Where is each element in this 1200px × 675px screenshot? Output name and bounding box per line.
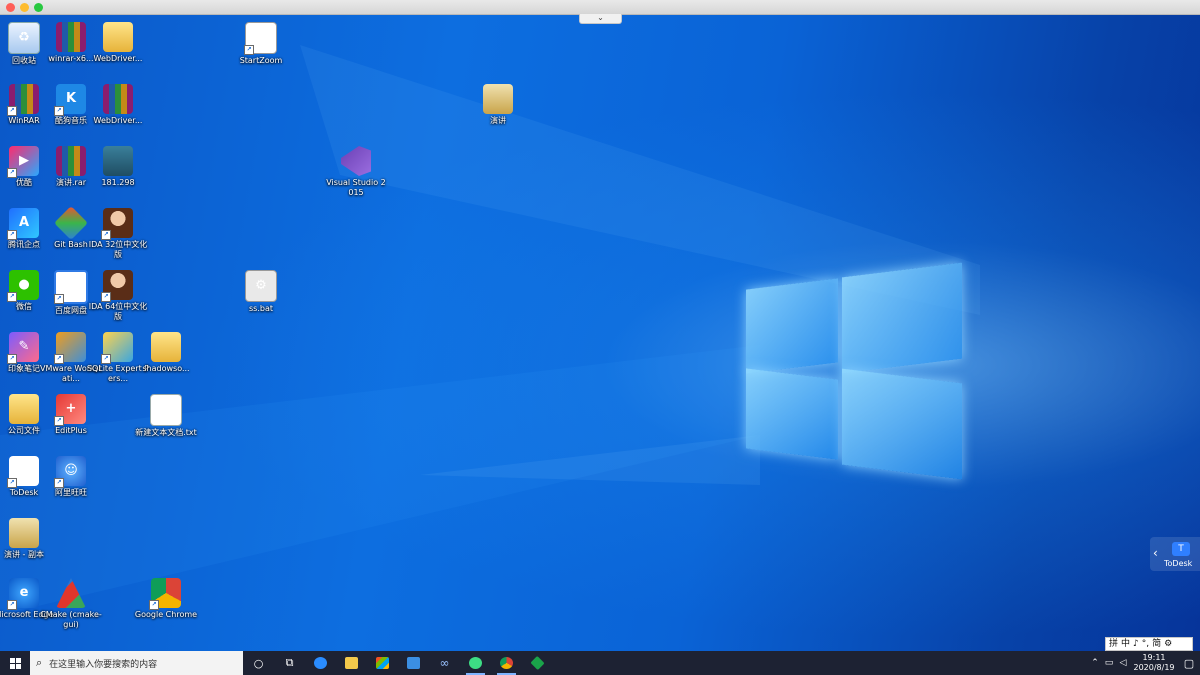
- desktop-icon-chrome[interactable]: ↗ Google Chrome: [134, 575, 198, 635]
- desktop-icon-editplus[interactable]: + ↗ EditPlus: [39, 391, 103, 451]
- folder-icon: [103, 22, 133, 52]
- todesk-side-panel-tab[interactable]: ‹ T ToDesk: [1150, 537, 1200, 571]
- mail-icon[interactable]: [398, 651, 429, 675]
- visual-studio-icon: [341, 146, 371, 176]
- window-close-button[interactable]: [6, 3, 15, 12]
- android-studio-icon[interactable]: [460, 651, 491, 675]
- edge-icon: e ↗: [7, 578, 39, 610]
- desktop-icon-ida-64[interactable]: ↗ IDA 64位中文化版: [86, 267, 150, 327]
- todesk-icon: T: [1172, 542, 1190, 556]
- recycle-bin-icon: ♻: [8, 22, 40, 54]
- ime-punctuation-button[interactable]: °,: [1142, 638, 1149, 650]
- desktop-icon-webdriver-folder[interactable]: WebDriver...: [86, 19, 150, 79]
- taskbar-clock[interactable]: 19:11 2020/8/19: [1130, 653, 1178, 673]
- chrome-icon: ↗: [149, 578, 181, 610]
- ime-language-bar[interactable]: 拼 中 ♪ °, 简 ⚙: [1105, 637, 1193, 651]
- vmware-icon: ↗: [54, 332, 86, 364]
- kugou-music-icon: K ↗: [54, 84, 86, 116]
- search-icon: ⌕: [36, 656, 43, 669]
- ime-pinyin-button[interactable]: 拼: [1109, 638, 1118, 650]
- folder-icon: [9, 394, 39, 424]
- ime-settings-button[interactable]: ⚙: [1164, 638, 1172, 650]
- ime-chinese-mode-button[interactable]: 中: [1121, 638, 1130, 650]
- tencent-qidian-icon: A ↗: [7, 208, 39, 240]
- window-minimize-button[interactable]: [20, 3, 29, 12]
- document-folder-icon: [9, 518, 39, 548]
- cortana-icon[interactable]: ○: [243, 651, 274, 675]
- ida-icon: ↗: [101, 270, 133, 302]
- clock-date: 2020/8/19: [1133, 663, 1175, 672]
- toolbar-toggle-chevron-icon[interactable]: ⌄: [579, 14, 622, 24]
- window-maximize-button[interactable]: [34, 3, 43, 12]
- git-bash-icon: [54, 206, 88, 240]
- todesk-icon: T ↗: [7, 456, 39, 488]
- wechat-icon: ● ↗: [7, 270, 39, 302]
- folder-icon: [151, 332, 181, 362]
- desktop-icon-visual-studio[interactable]: Visual Studio 2015: [324, 143, 388, 203]
- desktop-icon-webdriver-archive[interactable]: WebDriver...: [86, 81, 150, 141]
- show-hidden-icons-chevron-up-icon[interactable]: ⌃: [1088, 658, 1102, 668]
- evernote-icon: ✎ ↗: [7, 332, 39, 364]
- desktop-icon-startzoom[interactable]: ▭ ↗ StartZoom: [229, 19, 293, 79]
- windows-start-icon: [9, 657, 21, 669]
- action-center-notification-icon[interactable]: ▢: [1178, 657, 1200, 670]
- taskbar-search-box[interactable]: ⌕ 在这里输入你要搜索的内容: [30, 651, 243, 675]
- youku-icon: ▶ ↗: [7, 146, 39, 178]
- text-file-icon: ≡: [150, 394, 182, 426]
- system-tray: ⌃ ▭ ◁ 19:11 2020/8/19 ▢: [1088, 651, 1200, 675]
- desktop-icon-speech-copy[interactable]: 演讲 - 副本: [0, 515, 56, 575]
- document-folder-icon: [483, 84, 513, 114]
- winrar-archive-icon: [56, 146, 86, 176]
- search-placeholder: 在这里输入你要搜索的内容: [49, 659, 158, 670]
- desktop-icon-new-text-file[interactable]: ≡ 新建文本文档.txt: [134, 391, 198, 451]
- desktop-icon-aliwangwang[interactable]: ☺ ↗ 阿里旺旺: [39, 453, 103, 513]
- winrar-archive-icon: [103, 84, 133, 114]
- taskbar: ⌕ 在这里输入你要搜索的内容 ○ ⧉ ∞ ⌃ ▭ ◁ 19:11 2020/8/…: [0, 651, 1200, 675]
- batch-file-icon: ⚙: [245, 270, 277, 302]
- desktop-icon-cmake[interactable]: CMake (cmake-gui): [39, 575, 103, 635]
- store-icon[interactable]: [367, 651, 398, 675]
- start-button[interactable]: [0, 651, 30, 675]
- desktop[interactable]: ♻ 回收站 ↗ WinRAR ▶ ↗ 优酷 A ↗ 腾讯企点 ● ↗ 微信 ✎ ↗ 印象…: [0, 15, 1200, 651]
- zoom-shortcut-icon: ▭ ↗: [244, 22, 277, 55]
- ida-icon: ↗: [101, 208, 133, 240]
- ime-sound-button[interactable]: ♪: [1133, 638, 1139, 650]
- baidu-netdisk-icon: ∞ ↗: [54, 270, 88, 304]
- aliwangwang-icon: ☺ ↗: [54, 456, 86, 488]
- desktop-icon-181-298[interactable]: 181.298: [86, 143, 150, 203]
- desktop-icon-ss-bat[interactable]: ⚙ ss.bat: [229, 267, 293, 327]
- taskbar-edge-icon[interactable]: [305, 651, 336, 675]
- desktop-icon-ida-32[interactable]: ↗ IDA 32位中文化版: [86, 205, 150, 265]
- chevron-left-icon: ‹: [1153, 546, 1158, 560]
- volume-muted-icon[interactable]: ◁: [1116, 658, 1130, 668]
- windows-logo-wallpaper: [744, 248, 966, 480]
- winrar-archive-icon: [56, 22, 86, 52]
- ime-simplified-button[interactable]: 简: [1152, 638, 1161, 650]
- cmake-icon: [56, 578, 86, 608]
- executable-icon: [103, 146, 133, 176]
- green-app-icon[interactable]: [522, 651, 553, 675]
- network-icon[interactable]: ▭: [1102, 658, 1116, 668]
- task-view-icon[interactable]: ⧉: [274, 651, 305, 675]
- file-explorer-icon[interactable]: [336, 651, 367, 675]
- winrar-icon: ↗: [7, 84, 39, 116]
- editplus-icon: + ↗: [54, 394, 86, 426]
- clock-time: 19:11: [1142, 653, 1166, 662]
- sqlite-expert-icon: ↗: [101, 332, 133, 364]
- desktop-icon-shadowsocks-folder[interactable]: shadowso...: [134, 329, 198, 389]
- desktop-icon-speech-folder[interactable]: 演讲: [466, 81, 530, 141]
- infinity-app-icon[interactable]: ∞: [429, 651, 460, 675]
- taskbar-chrome-icon[interactable]: [491, 651, 522, 675]
